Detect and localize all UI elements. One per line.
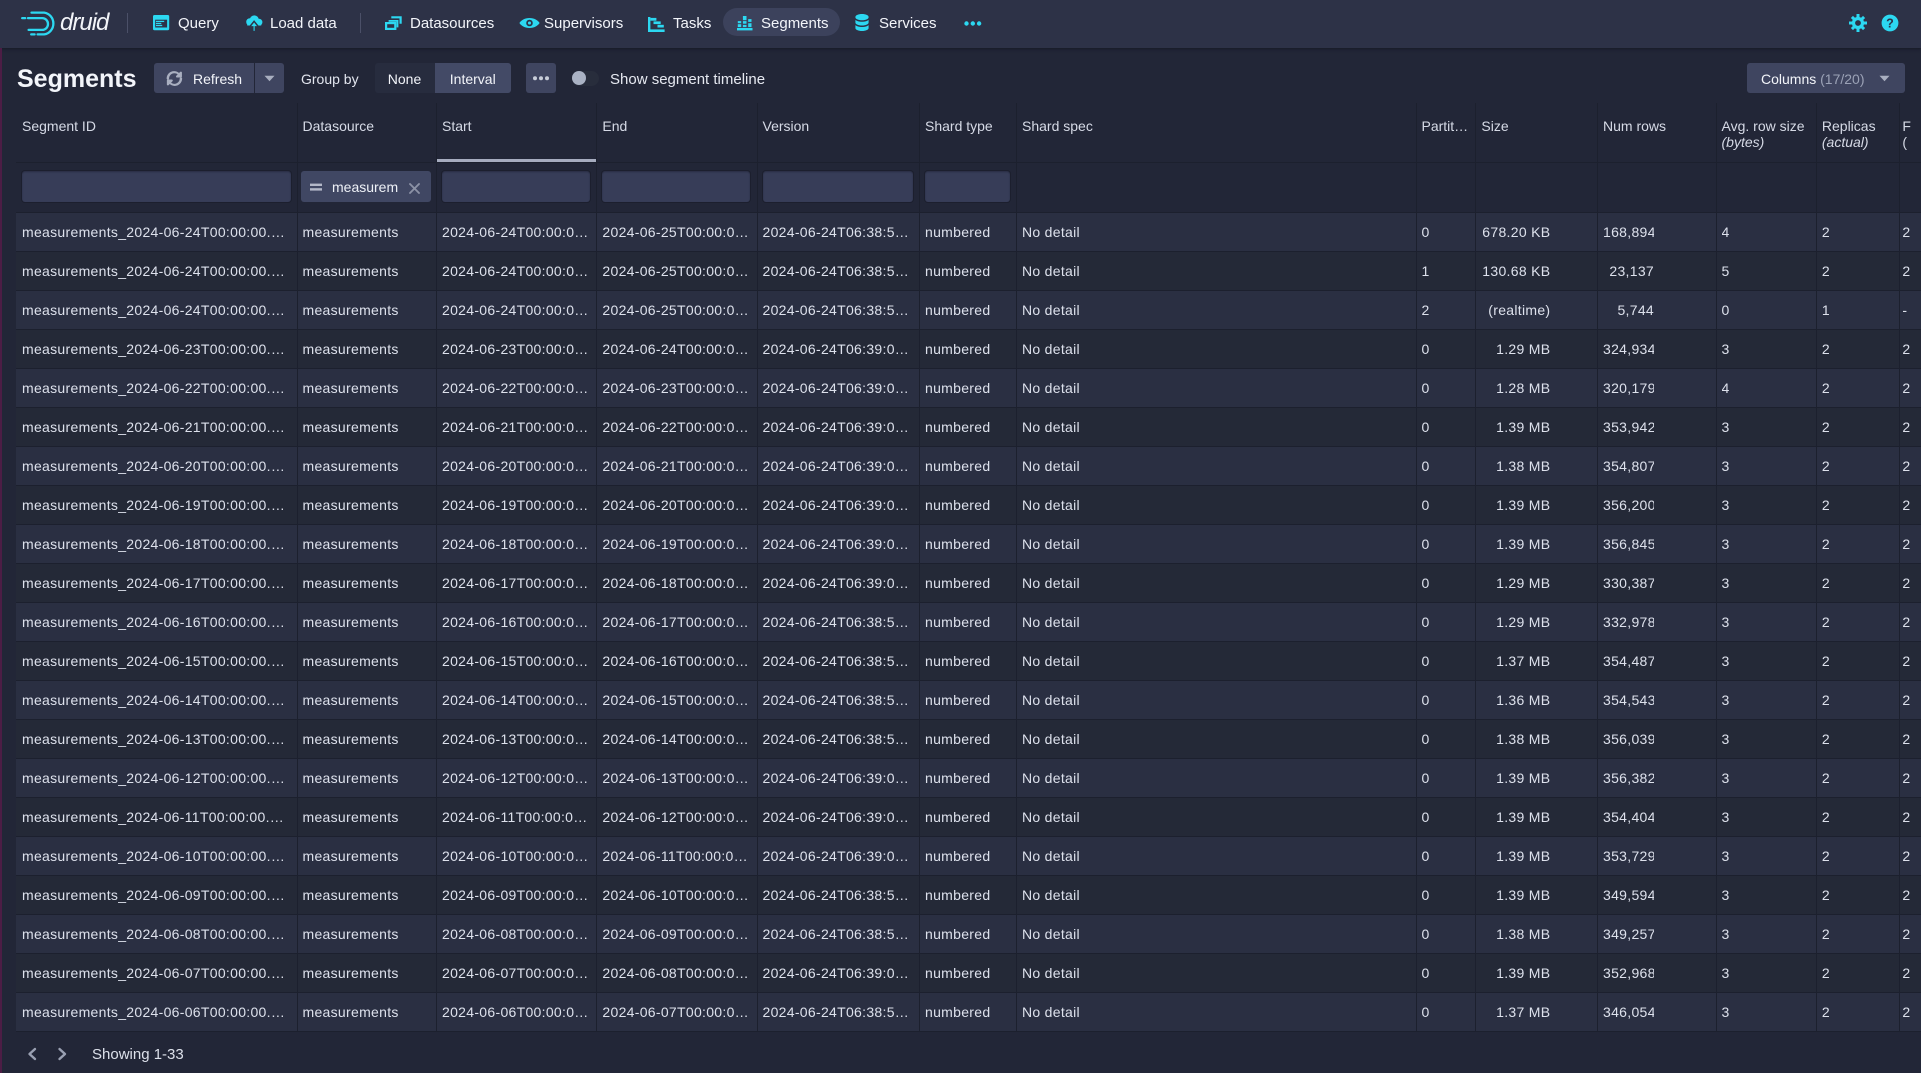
svg-text:?: ?: [1886, 16, 1894, 30]
